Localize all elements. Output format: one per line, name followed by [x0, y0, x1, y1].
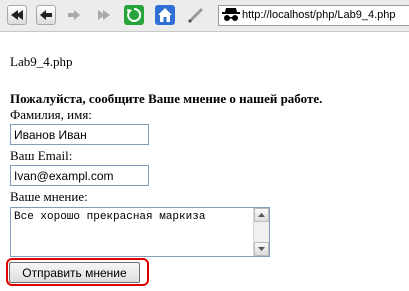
- back-icon: [11, 10, 23, 20]
- textarea-scrollbar[interactable]: [253, 208, 269, 256]
- spy-icon: [222, 8, 240, 21]
- email-label: Ваш Email:: [10, 148, 73, 163]
- reload-button[interactable]: [124, 5, 144, 25]
- pen-icon: [187, 7, 204, 24]
- opinion-label: Ваше мнение:: [10, 189, 88, 204]
- reload-icon: [124, 5, 144, 25]
- forward-button[interactable]: [64, 5, 84, 25]
- scroll-down-button[interactable]: [254, 242, 269, 256]
- address-bar[interactable]: http://localhost/php/Lab9_4.php: [218, 5, 409, 26]
- fast-forward-button[interactable]: [94, 5, 114, 25]
- arrow-left-icon: [40, 10, 52, 20]
- scroll-up-button[interactable]: [254, 208, 269, 222]
- back-arrow-button[interactable]: [36, 5, 56, 25]
- address-text: http://localhost/php/Lab9_4.php: [242, 9, 396, 21]
- page-title: Lab9_4.php: [10, 54, 73, 69]
- opinion-text: Все хорошо прекрасная маркиза: [14, 211, 206, 223]
- edit-button[interactable]: [186, 5, 206, 25]
- browser-toolbar: http://localhost/php/Lab9_4.php: [0, 0, 409, 32]
- email-input[interactable]: [10, 165, 149, 186]
- back-button[interactable]: [7, 5, 27, 25]
- name-input[interactable]: [10, 124, 149, 145]
- fast-forward-icon: [98, 10, 110, 20]
- opinion-textarea[interactable]: Все хорошо прекрасная маркиза: [10, 207, 270, 257]
- submit-button[interactable]: Отправить мнение: [9, 262, 140, 283]
- form-prompt: Пожалуйста, сообщите Ваше мнение о нашей…: [10, 91, 323, 106]
- chevron-up-icon: [258, 213, 265, 217]
- name-label: Фамилия, имя:: [10, 107, 92, 122]
- chevron-down-icon: [258, 247, 265, 251]
- home-button[interactable]: [155, 5, 175, 25]
- arrow-right-icon: [68, 10, 80, 20]
- home-icon: [155, 5, 175, 25]
